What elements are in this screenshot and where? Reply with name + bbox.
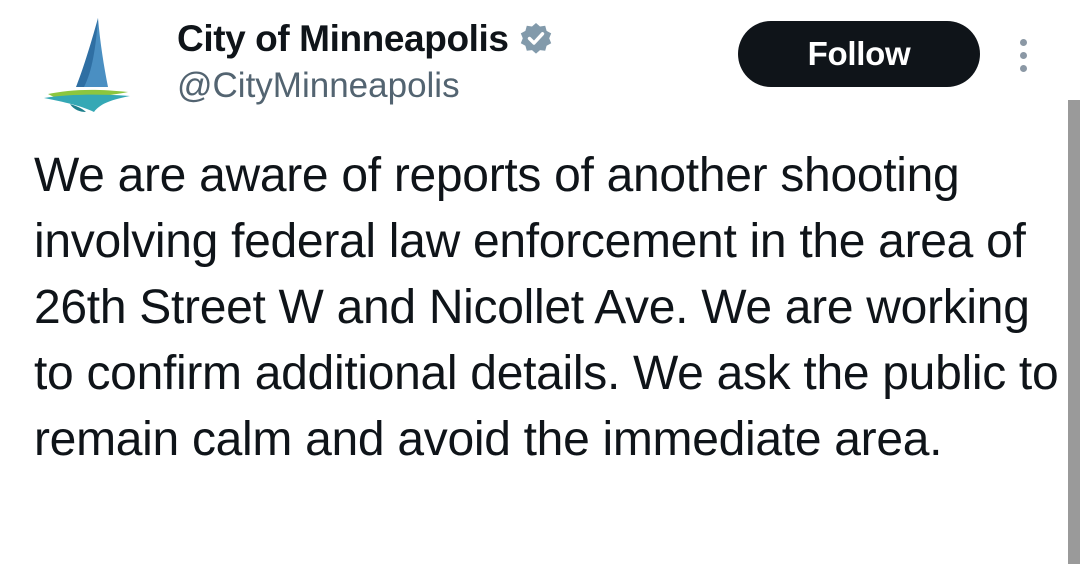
verified-badge-icon — [518, 21, 554, 57]
author-avatar[interactable] — [30, 12, 142, 124]
tweet-card: City of Minneapolis @CityMinneapolis Fol… — [0, 0, 1080, 564]
author-handle[interactable]: @CityMinneapolis — [177, 66, 460, 106]
city-logo-icon — [44, 18, 130, 112]
more-options-icon[interactable] — [1006, 30, 1040, 80]
more-dot — [1019, 51, 1027, 59]
follow-button[interactable]: Follow — [738, 21, 980, 87]
more-dot — [1019, 38, 1027, 46]
author-name-row: City of Minneapolis — [177, 14, 554, 64]
more-dot — [1019, 64, 1027, 72]
tweet-text: We are aware of reports of another shoot… — [34, 149, 1059, 466]
author-display-name[interactable]: City of Minneapolis — [177, 18, 509, 60]
scrollbar[interactable] — [1068, 100, 1080, 564]
